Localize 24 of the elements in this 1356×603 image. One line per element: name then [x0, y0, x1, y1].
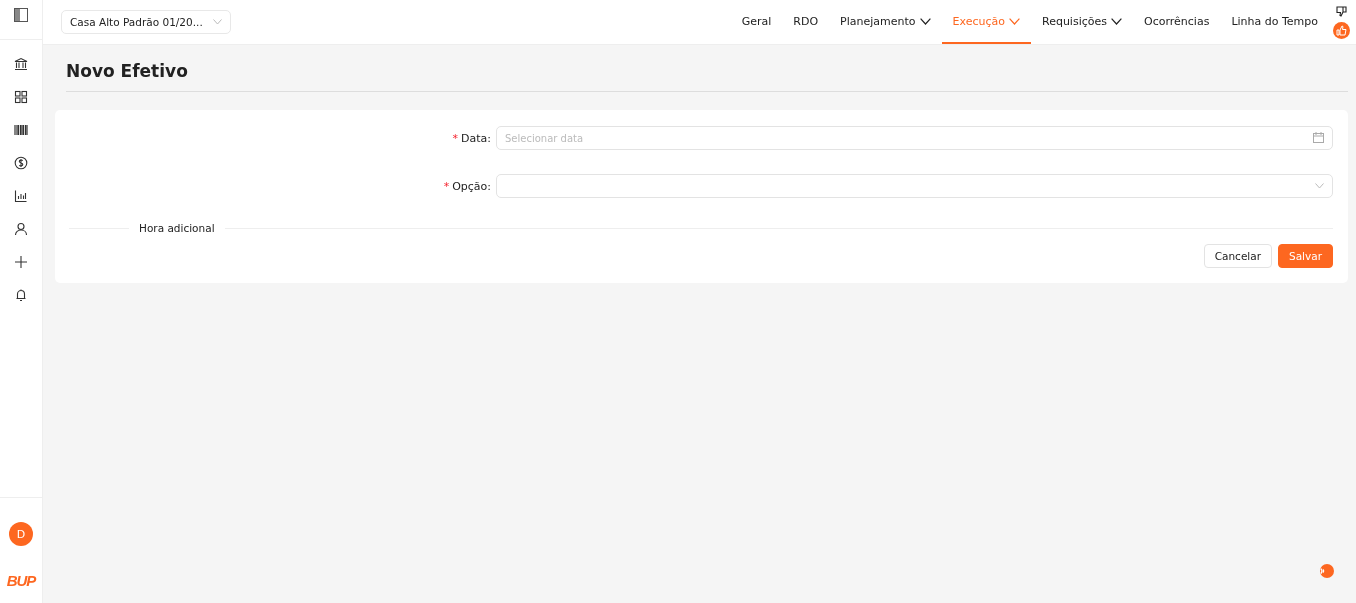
date-field[interactable]: Selecionar data	[496, 126, 1333, 150]
nav-tab[interactable]: Geral	[730, 0, 783, 44]
select-field[interactable]	[496, 174, 1333, 198]
page-title: Novo Efetivo	[66, 57, 1348, 92]
field-label-text: Data:	[461, 131, 491, 145]
project-select[interactable]: Casa Alto Padrão 01/20...	[61, 10, 231, 34]
nav-tab[interactable]: Ocorrências	[1133, 0, 1221, 44]
required-mark: *	[452, 131, 458, 145]
chevron-down-icon	[212, 19, 222, 25]
required-mark: *	[443, 179, 450, 193]
nav-tab[interactable]: RDO	[782, 0, 830, 44]
thumbs-down-icon[interactable]	[1336, 5, 1347, 17]
chevron-down-icon	[1315, 183, 1324, 189]
chat-button[interactable]	[1318, 563, 1334, 579]
section-heading: Hora adicional	[139, 222, 215, 234]
nav-tab[interactable]: Planejamento	[829, 0, 942, 44]
brand-logo: BUP	[6, 572, 36, 589]
nav-tab[interactable]: Requisições	[1031, 0, 1133, 44]
nav-tab[interactable]: Linha do Tempo	[1220, 0, 1329, 44]
thumbs-up-icon[interactable]	[1333, 21, 1350, 39]
field-label-text: Opção:	[452, 179, 491, 193]
sidebar-toggle-icon[interactable]	[14, 7, 28, 22]
cancel-button[interactable]: Cancelar	[1203, 244, 1272, 268]
calendar-icon	[1313, 132, 1324, 143]
